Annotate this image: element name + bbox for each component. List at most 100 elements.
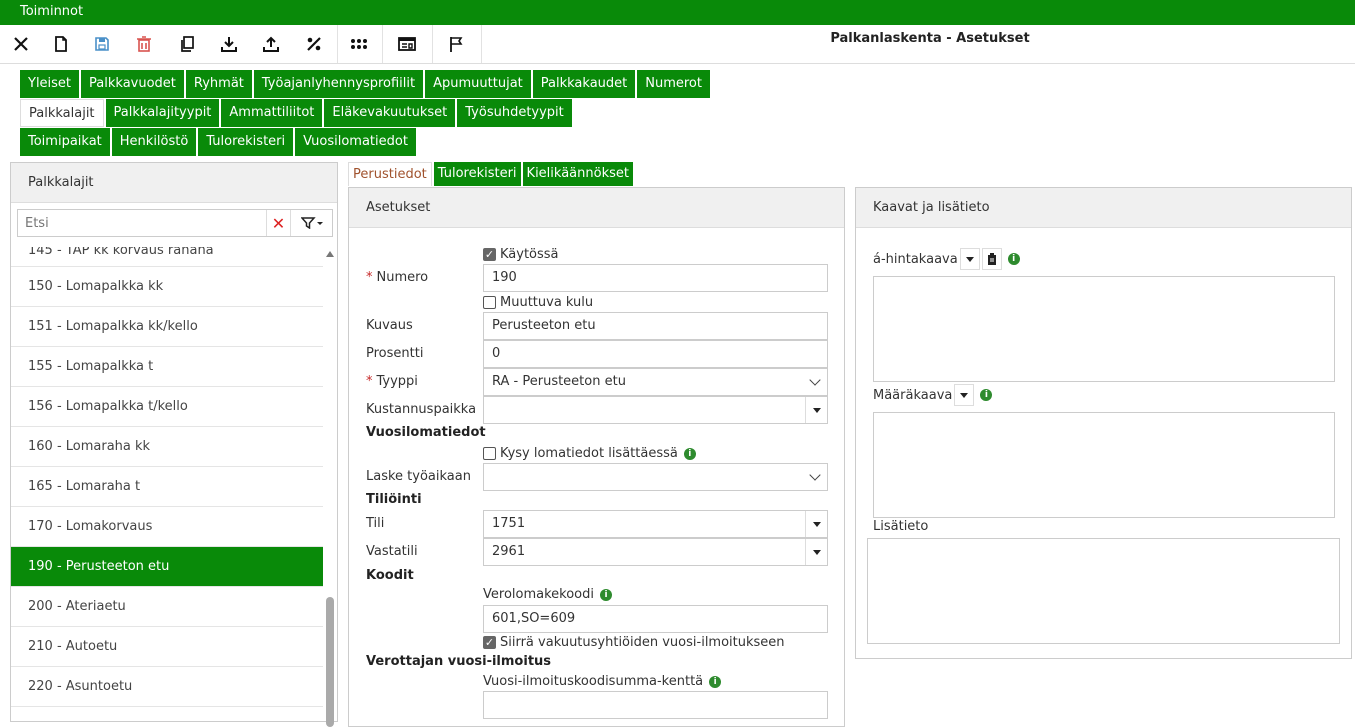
vastatili-label: Vastatili: [366, 544, 418, 559]
a-hintakaava-textarea[interactable]: [873, 276, 1335, 382]
clipboard-icon[interactable]: [981, 248, 1002, 270]
verolomakekoodi-label: Verolomakekoodi i: [483, 587, 612, 602]
dropdown-caret-icon[interactable]: [805, 539, 827, 565]
tyyppi-label: * Tyyppi: [366, 374, 418, 389]
list-item[interactable]: 145 - TAP kk korvaus rahana: [11, 247, 323, 267]
list-item[interactable]: 165 - Lomaraha t: [11, 467, 323, 507]
new-document-icon[interactable]: [42, 25, 80, 63]
tab-elakevakuutukset[interactable]: Eläkevakuutukset: [324, 99, 456, 127]
dropdown-caret-icon[interactable]: [954, 384, 975, 406]
list-scrollbar[interactable]: [325, 247, 335, 727]
tab-ammattiliitot[interactable]: Ammattiliitot: [221, 99, 323, 127]
menu-bar[interactable]: Toiminnot: [0, 0, 1355, 25]
checkbox-icon[interactable]: [483, 447, 496, 460]
vastatili-select[interactable]: 2961: [483, 538, 828, 566]
dropdown-caret-icon[interactable]: [959, 248, 980, 270]
tab-numerot[interactable]: Numerot: [637, 70, 710, 98]
info-icon[interactable]: i: [980, 389, 993, 401]
palkkalajit-panel: Palkkalajit ✕ 145 - TAP kk korvaus rahan…: [10, 162, 338, 727]
muuttuva-kulu-checkbox[interactable]: Muuttuva kulu: [483, 295, 593, 310]
maarakaava-textarea[interactable]: [873, 412, 1335, 518]
tab-henkilosto[interactable]: Henkilöstö: [111, 128, 197, 156]
tab-kielikaannokset[interactable]: Kielikäännökset: [522, 162, 633, 186]
save-icon[interactable]: [83, 25, 121, 63]
tab-tulorekisteri-detail[interactable]: Tulorekisteri: [433, 162, 521, 186]
info-icon[interactable]: i: [1007, 253, 1020, 265]
tab-apumuuttujat[interactable]: Apumuuttujat: [425, 70, 531, 98]
delete-icon[interactable]: [125, 25, 163, 63]
scroll-up-icon[interactable]: [326, 251, 334, 257]
menu-title[interactable]: Toiminnot: [20, 4, 83, 19]
info-icon[interactable]: i: [709, 675, 722, 688]
tab-ryhmat[interactable]: Ryhmät: [185, 70, 252, 98]
download-icon[interactable]: [210, 25, 248, 63]
info-icon[interactable]: i: [600, 588, 612, 601]
checkbox-icon[interactable]: [483, 296, 496, 309]
list-item[interactable]: 160 - Lomaraha kk: [11, 427, 323, 467]
vuosi-ilmoitus-input[interactable]: [483, 691, 828, 719]
list-item[interactable]: 220 - Asuntoetu: [11, 667, 323, 707]
filter-icon[interactable]: [290, 210, 332, 236]
tab-perustiedot[interactable]: Perustiedot: [348, 162, 432, 186]
kaytossa-checkbox[interactable]: ✓ Käytössä: [483, 247, 559, 262]
list-item[interactable]: 210 - Autoetu: [11, 627, 323, 667]
checkbox-checked-icon[interactable]: ✓: [483, 248, 496, 261]
laske-tyoaikaan-select[interactable]: [483, 463, 828, 491]
list-item[interactable]: 156 - Lomapalkka t/kello: [11, 387, 323, 427]
prosentti-input[interactable]: 0: [483, 340, 828, 368]
list-item-selected[interactable]: 190 - Perusteeton etu: [11, 547, 323, 587]
verolomakekoodi-input[interactable]: 601,SO=609: [483, 605, 828, 633]
list-item[interactable]: 150 - Lomapalkka kk: [11, 267, 323, 307]
page-title: Palkanlaskenta - Asetukset: [830, 31, 1030, 46]
tab-palkkalajit[interactable]: Palkkalajit: [20, 99, 104, 127]
lisatieto-label: Lisätieto: [873, 519, 929, 534]
flag-icon[interactable]: [437, 25, 475, 63]
chevron-down-icon: [809, 374, 821, 386]
tab-yleiset[interactable]: Yleiset: [20, 70, 80, 98]
dropdown-caret-icon[interactable]: [805, 511, 827, 537]
kuvaus-input[interactable]: Perusteeton etu: [483, 312, 828, 340]
vuosilomatiedot-heading: Vuosilomatiedot: [366, 425, 486, 440]
list-item[interactable]: 170 - Lomakorvaus: [11, 507, 323, 547]
tab-palkkakaudet[interactable]: Palkkakaudet: [532, 70, 636, 98]
verottaja-heading: Verottajan vuosi-ilmoitus: [366, 654, 552, 669]
lisatieto-textarea[interactable]: [867, 538, 1340, 644]
kustannuspaikka-select[interactable]: [483, 396, 828, 424]
tab-palkkavuodet[interactable]: Palkkavuodet: [81, 70, 184, 98]
copy-icon[interactable]: [168, 25, 206, 63]
tili-select[interactable]: 1751: [483, 510, 828, 538]
panel-title: Palkkalajit: [11, 163, 337, 203]
tab-tyoajanlyhennysprofiilit[interactable]: Työajanlyhennysprofiilit: [253, 70, 424, 98]
clear-icon[interactable]: ✕: [266, 210, 290, 236]
chevron-down-icon: [809, 469, 821, 481]
list-item[interactable]: 155 - Lomapalkka t: [11, 347, 323, 387]
id-card-icon[interactable]: [388, 25, 426, 63]
koodit-heading: Koodit: [366, 568, 414, 583]
list-item[interactable]: 151 - Lomapalkka kk/kello: [11, 307, 323, 347]
tab-tulorekisteri[interactable]: Tulorekisteri: [198, 128, 294, 156]
info-icon[interactable]: i: [683, 447, 696, 460]
grid-icon[interactable]: [340, 25, 378, 63]
tab-row-2: Palkkalajit Palkkalajityypit Ammattiliit…: [20, 99, 572, 127]
tab-palkkalajityypit[interactable]: Palkkalajityypit: [105, 99, 220, 127]
percent-icon[interactable]: [295, 25, 333, 63]
upload-icon[interactable]: [252, 25, 290, 63]
tab-toimipaikat[interactable]: Toimipaikat: [20, 128, 110, 156]
formula-panel: Kaavat ja lisätieto á-hintakaava i Määrä…: [855, 187, 1352, 659]
numero-input[interactable]: 190: [483, 264, 828, 292]
scroll-thumb[interactable]: [326, 597, 334, 727]
tyyppi-select[interactable]: RA - Perusteeton etu: [483, 368, 828, 396]
siirra-checkbox[interactable]: ✓ Siirrä vakuutusyhtiöiden vuosi-ilmoituk…: [483, 635, 785, 650]
tab-vuosilomatiedot[interactable]: Vuosilomatiedot: [295, 128, 416, 156]
tab-tyosuhdetyypit[interactable]: Työsuhdetyypit: [457, 99, 572, 127]
search-input[interactable]: [18, 210, 266, 236]
kysy-lomatiedot-checkbox[interactable]: Kysy lomatiedot lisättäessä i: [483, 446, 696, 461]
list-item[interactable]: 200 - Ateriaetu: [11, 587, 323, 627]
vuosi-ilmoitus-label: Vuosi-ilmoituskoodisumma-kenttä i: [483, 674, 722, 689]
settings-panel: Asetukset ✓ Käytössä * Numero 190 Muuttuva…: [348, 187, 845, 727]
close-icon[interactable]: [2, 25, 40, 63]
dropdown-caret-icon[interactable]: [805, 397, 827, 423]
detail-tabs: Perustiedot Tulorekisteri Kielikäännökse…: [348, 162, 633, 186]
checkbox-checked-icon[interactable]: ✓: [483, 636, 496, 649]
prosentti-label: Prosentti: [366, 346, 424, 361]
